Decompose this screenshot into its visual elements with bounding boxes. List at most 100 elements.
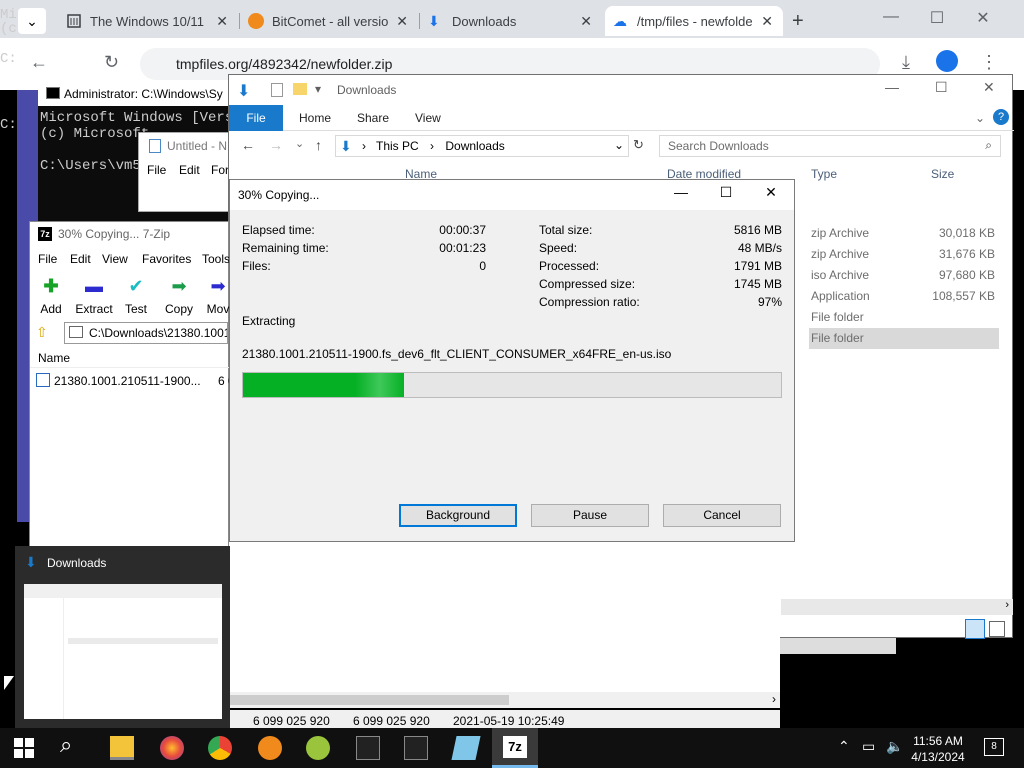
sevenzip-hscrollbar[interactable]: › xyxy=(229,692,780,708)
menu-edit[interactable]: Edit xyxy=(179,163,200,177)
menu-file[interactable]: File xyxy=(38,252,57,266)
help-icon[interactable]: ? xyxy=(993,109,1009,125)
sevenzip-titlebar[interactable]: 7z 30% Copying... 7-Zip xyxy=(30,222,228,246)
properties-icon[interactable] xyxy=(271,83,283,97)
close-icon[interactable]: ✕ xyxy=(761,13,773,30)
close-icon[interactable]: ✕ xyxy=(983,79,995,96)
refresh-icon[interactable]: ↻ xyxy=(633,137,644,153)
maximize-icon[interactable]: ☐ xyxy=(703,184,749,201)
horizontal-scrollbar[interactable]: › xyxy=(781,599,1013,615)
bitcomet-icon[interactable] xyxy=(258,736,282,760)
ribbon-expand-icon[interactable]: ⌄ xyxy=(975,111,985,125)
test-button[interactable]: ✔ Test xyxy=(124,276,148,316)
file-row[interactable]: File folder xyxy=(809,307,999,328)
browser-tab-bitcomet[interactable]: BitComet - all versio ✕ xyxy=(240,6,418,36)
menu-format[interactable]: For xyxy=(211,163,229,177)
chrome-icon[interactable] xyxy=(208,736,232,760)
explorer-address-box[interactable]: ⬇ › This PC › Downloads ⌄ xyxy=(335,135,629,157)
app-icon[interactable] xyxy=(306,736,330,760)
minimize-icon[interactable]: — xyxy=(885,79,899,95)
file-row[interactable]: iso Archive 97,680 KB xyxy=(809,265,999,286)
ribbon-tab-file[interactable]: File xyxy=(229,105,283,131)
menu-file[interactable]: File xyxy=(147,163,166,177)
breadcrumb-this-pc[interactable]: This PC xyxy=(376,139,419,153)
network-icon[interactable]: ▭ xyxy=(862,738,875,755)
ribbon-tab-view[interactable]: View xyxy=(415,105,441,131)
clock-time[interactable]: 11:56 AM xyxy=(908,734,968,748)
add-button[interactable]: ✚ Add xyxy=(38,276,64,316)
notification-center-icon[interactable]: 8 xyxy=(984,738,1004,756)
reload-icon[interactable]: ↻ xyxy=(104,52,119,73)
menu-view[interactable]: View xyxy=(102,252,128,266)
chevron-up-icon[interactable]: ⌃ xyxy=(838,738,850,755)
breadcrumb-downloads[interactable]: Downloads xyxy=(445,139,504,153)
sevenzip-taskbar-button[interactable]: 7z xyxy=(492,728,538,768)
clock-date[interactable]: 4/13/2024 xyxy=(908,750,968,764)
ribbon-tab-share[interactable]: Share xyxy=(357,105,389,131)
scroll-right-icon[interactable]: › xyxy=(1005,599,1009,611)
add-label: Add xyxy=(40,302,62,316)
chevron-down-icon[interactable]: ⌄ xyxy=(614,138,624,152)
cancel-button[interactable]: Cancel xyxy=(663,504,781,527)
path-input[interactable]: C:\Downloads\21380.1001.2 xyxy=(64,322,228,344)
file-row[interactable]: zip Archive 31,676 KB xyxy=(809,244,999,265)
folder-up-icon[interactable]: ⇧ xyxy=(36,324,48,341)
qat-dropdown-icon[interactable]: ▾ xyxy=(315,82,321,96)
scroll-thumb[interactable] xyxy=(229,695,509,705)
maximize-icon[interactable]: ☐ xyxy=(935,79,948,96)
close-icon[interactable]: ✕ xyxy=(216,13,228,30)
browser-tab-tmpfiles[interactable]: ☁ /tmp/files - newfolde ✕ xyxy=(605,6,783,36)
menu-kebab-icon[interactable]: ⋮ xyxy=(980,52,998,73)
ribbon-tab-home[interactable]: Home xyxy=(299,105,331,131)
close-window-icon[interactable]: ✕ xyxy=(960,8,1006,28)
minimize-icon[interactable]: — xyxy=(658,184,704,200)
extract-button[interactable]: ▬ Extract xyxy=(74,276,114,316)
forward-icon[interactable]: → xyxy=(269,137,283,153)
scroll-right-icon[interactable]: › xyxy=(772,692,776,706)
background-button[interactable]: Background xyxy=(399,504,517,527)
large-icons-view-icon[interactable] xyxy=(989,621,1005,637)
menu-edit[interactable]: Edit xyxy=(70,252,91,266)
tab-search-icon[interactable]: ⌄ xyxy=(18,8,46,34)
details-view-icon[interactable] xyxy=(965,619,985,639)
browser-tab-downloads[interactable]: ⬇ Downloads ✕ xyxy=(420,6,602,36)
close-icon[interactable]: ✕ xyxy=(748,184,794,201)
maximize-icon[interactable]: ☐ xyxy=(914,8,960,28)
close-icon[interactable]: ✕ xyxy=(580,13,592,30)
firefox-icon[interactable] xyxy=(160,736,184,760)
file-explorer-icon[interactable] xyxy=(110,736,134,760)
list-item[interactable]: 21380.1001.210511-1900... 6 0 xyxy=(34,372,235,390)
up-icon[interactable]: ↑ xyxy=(315,137,322,153)
pause-button[interactable]: Pause xyxy=(531,504,649,527)
browser-tab-windows[interactable]: The Windows 10/11 ✕ xyxy=(58,6,238,36)
search-icon[interactable]: ⌕ xyxy=(60,732,72,758)
close-icon[interactable]: ✕ xyxy=(396,13,408,30)
file-row[interactable]: zip Archive 30,018 KB xyxy=(809,223,999,244)
back-icon[interactable]: ← xyxy=(30,52,48,73)
windows-start-icon[interactable] xyxy=(14,738,34,761)
explorer-titlebar[interactable]: ⬇ ▾ Downloads — ☐ ✕ xyxy=(229,75,1012,105)
column-header-name[interactable]: Name xyxy=(30,346,230,368)
downloads-icon[interactable]: ⤓ xyxy=(902,52,910,73)
profile-avatar[interactable] xyxy=(936,50,958,72)
copy-button[interactable]: ➡ Copy xyxy=(164,276,194,316)
file-row-selected[interactable]: File folder xyxy=(809,328,999,349)
minimize-icon[interactable]: — xyxy=(868,8,914,26)
search-input[interactable]: Search Downloads ⌕ xyxy=(659,135,1001,157)
menu-tools[interactable]: Tools xyxy=(202,252,230,266)
column-header-type[interactable]: Type xyxy=(811,167,837,181)
console-taskbar-icon[interactable] xyxy=(356,736,380,760)
column-header-size[interactable]: Size xyxy=(931,167,954,181)
new-tab-icon[interactable]: + xyxy=(792,10,804,33)
folder-icon[interactable] xyxy=(293,83,307,95)
back-icon[interactable]: ← xyxy=(241,137,255,153)
menu-favorites[interactable]: Favorites xyxy=(142,252,191,266)
volume-icon[interactable]: 🔈 xyxy=(886,738,903,755)
file-row[interactable]: Application 108,557 KB xyxy=(809,286,999,307)
dialog-titlebar[interactable]: 30% Copying... — ☐ ✕ xyxy=(230,180,794,210)
console-taskbar-icon[interactable] xyxy=(404,736,428,760)
recent-dropdown-icon[interactable]: ⌄ xyxy=(295,137,304,150)
taskbar-thumbnail-preview[interactable]: ⬇ Downloads xyxy=(15,546,230,732)
move-button[interactable]: ➡ Mov xyxy=(206,276,230,316)
notepad-taskbar-icon[interactable] xyxy=(451,736,481,760)
